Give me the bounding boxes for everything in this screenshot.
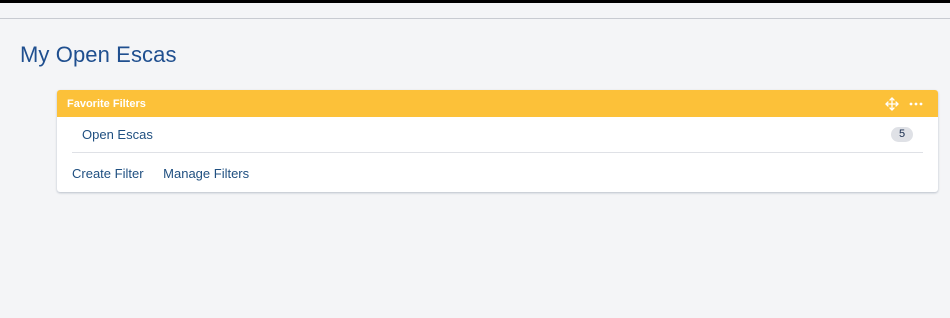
filter-count-badge: 5: [891, 127, 913, 142]
filter-row[interactable]: Open Escas 5: [72, 117, 923, 153]
create-filter-link[interactable]: Create Filter: [72, 166, 144, 181]
gadget-footer: Create Filter Manage Filters: [72, 166, 265, 181]
top-bar: [0, 0, 950, 3]
favorite-filters-gadget: Favorite Filters Open Escas 5 Create Fil…: [57, 90, 938, 192]
gadget-header: Favorite Filters: [57, 90, 938, 117]
manage-filters-link[interactable]: Manage Filters: [163, 166, 249, 181]
page-title: My Open Escas: [20, 42, 177, 67]
move-icon[interactable]: [884, 96, 900, 112]
header-divider: [0, 18, 950, 19]
more-icon[interactable]: [908, 96, 924, 112]
gadget-actions: [884, 96, 924, 112]
gadget-title: Favorite Filters: [67, 98, 146, 110]
filter-link[interactable]: Open Escas: [82, 127, 153, 142]
